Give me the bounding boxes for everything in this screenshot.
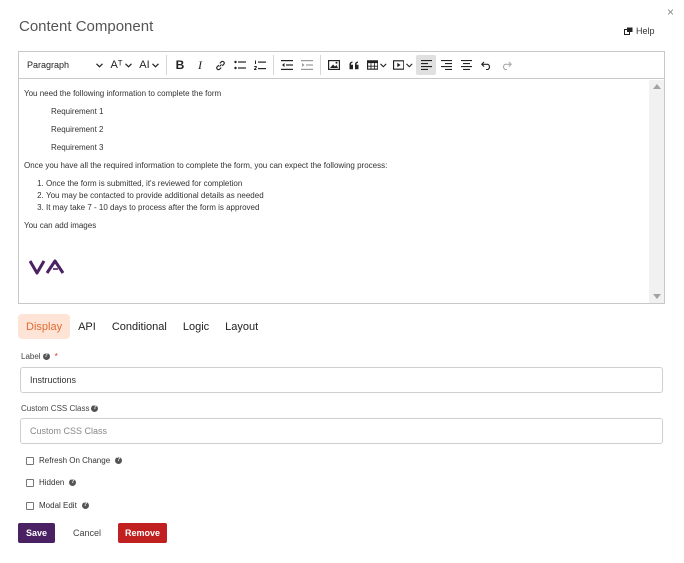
font-case-icon: AI bbox=[139, 59, 150, 71]
numbered-list-icon bbox=[254, 60, 266, 70]
requirement-item: Requirement 2 bbox=[51, 125, 104, 134]
chevron-down-icon bbox=[406, 62, 413, 68]
align-left-button[interactable] bbox=[416, 55, 436, 75]
css-class-field-label: Custom CSS Class ? bbox=[21, 404, 99, 413]
question-circle-icon[interactable]: ? bbox=[115, 457, 123, 464]
outdent-icon bbox=[281, 60, 293, 70]
italic-icon: I bbox=[198, 57, 202, 72]
italic-button[interactable]: I bbox=[190, 55, 210, 75]
scroll-down-arrow-icon[interactable] bbox=[653, 294, 661, 299]
editor-scrollbar[interactable] bbox=[649, 80, 664, 303]
align-center-icon bbox=[460, 60, 472, 70]
editor-content[interactable]: You need the following information to co… bbox=[19, 80, 649, 303]
label-field-label: Label ? * bbox=[21, 352, 58, 361]
question-circle-icon[interactable]: ? bbox=[81, 502, 89, 509]
paragraph-style-label: Paragraph bbox=[27, 60, 70, 70]
image-icon bbox=[328, 60, 340, 70]
label-input[interactable]: Instructions bbox=[20, 367, 663, 393]
requirement-item: Requirement 3 bbox=[51, 143, 104, 152]
undo-icon bbox=[480, 61, 490, 70]
intro-text: You need the following information to co… bbox=[24, 89, 222, 98]
settings-tabs: Display API Conditional Logic Layout bbox=[18, 314, 266, 339]
hidden-label: Hidden bbox=[39, 478, 65, 487]
bulleted-list-button[interactable] bbox=[230, 55, 250, 75]
question-circle-icon[interactable]: ? bbox=[42, 353, 50, 360]
paragraph-style-dropdown[interactable]: Paragraph bbox=[23, 55, 107, 75]
rich-text-editor[interactable]: Paragraph Aᵀ AI B I You need the followi… bbox=[18, 51, 665, 304]
process-step: You may be contacted to provide addition… bbox=[46, 190, 644, 202]
link-icon bbox=[215, 60, 225, 70]
toolbar-divider bbox=[273, 55, 274, 75]
close-icon[interactable]: × bbox=[667, 5, 674, 19]
refresh-on-change-label: Refresh On Change bbox=[39, 456, 111, 465]
insert-table-dropdown[interactable] bbox=[364, 55, 390, 75]
modal-edit-checkbox-row: Modal Edit ? bbox=[26, 501, 89, 510]
bold-icon: B bbox=[175, 58, 185, 72]
tab-logic[interactable]: Logic bbox=[175, 314, 217, 339]
outdent-button[interactable] bbox=[277, 55, 297, 75]
tab-display[interactable]: Display bbox=[18, 314, 71, 339]
modal-edit-label: Modal Edit bbox=[39, 501, 77, 510]
table-icon bbox=[367, 60, 379, 70]
quote-icon bbox=[348, 60, 358, 69]
modal-edit-checkbox[interactable] bbox=[26, 501, 34, 510]
toolbar-divider bbox=[166, 55, 167, 75]
hidden-checkbox-row: Hidden ? bbox=[26, 478, 77, 487]
external-window-icon bbox=[624, 27, 633, 35]
chevron-down-icon bbox=[151, 62, 159, 68]
process-step: Once the form is submitted, it's reviewe… bbox=[46, 178, 644, 190]
toolbar-divider bbox=[320, 55, 321, 75]
cancel-button[interactable]: Cancel bbox=[66, 523, 108, 543]
tab-api[interactable]: API bbox=[70, 314, 104, 339]
scroll-up-arrow-icon[interactable] bbox=[653, 84, 661, 89]
va-logo-image bbox=[28, 258, 644, 280]
required-marker: * bbox=[54, 352, 58, 361]
save-button[interactable]: Save bbox=[18, 523, 55, 543]
bold-button[interactable]: B bbox=[170, 55, 190, 75]
font-case-dropdown[interactable]: AI bbox=[135, 55, 163, 75]
dialog-title: Content Component bbox=[19, 18, 154, 35]
media-icon bbox=[393, 60, 405, 70]
chevron-down-icon bbox=[96, 62, 103, 68]
hidden-checkbox[interactable] bbox=[26, 478, 34, 487]
bulleted-list-icon bbox=[234, 60, 246, 70]
refresh-on-change-checkbox-row: Refresh On Change ? bbox=[26, 456, 123, 465]
process-intro-text: Once you have all the required informati… bbox=[24, 161, 388, 170]
refresh-on-change-checkbox[interactable] bbox=[26, 456, 34, 465]
label-field-text: Label bbox=[21, 352, 41, 361]
chevron-down-icon bbox=[124, 62, 132, 68]
tab-conditional[interactable]: Conditional bbox=[104, 314, 175, 339]
css-class-input[interactable]: Custom CSS Class bbox=[20, 418, 663, 444]
numbered-list-button[interactable] bbox=[250, 55, 270, 75]
remove-button[interactable]: Remove bbox=[118, 523, 167, 543]
font-size-dropdown[interactable]: Aᵀ bbox=[107, 55, 135, 75]
chevron-down-icon bbox=[380, 62, 387, 68]
undo-button[interactable] bbox=[476, 55, 496, 75]
question-circle-icon[interactable]: ? bbox=[91, 405, 99, 412]
help-label: Help bbox=[636, 26, 655, 36]
redo-button[interactable] bbox=[496, 55, 516, 75]
process-step: It may take 7 - 10 days to process after… bbox=[46, 202, 644, 214]
font-size-icon: Aᵀ bbox=[110, 59, 123, 71]
align-left-icon bbox=[420, 60, 432, 70]
images-text: You can add images bbox=[24, 221, 97, 230]
align-right-button[interactable] bbox=[436, 55, 456, 75]
align-right-icon bbox=[440, 60, 452, 70]
blockquote-button[interactable] bbox=[344, 55, 364, 75]
tab-layout[interactable]: Layout bbox=[217, 314, 266, 339]
insert-image-button[interactable] bbox=[324, 55, 344, 75]
link-button[interactable] bbox=[210, 55, 230, 75]
editor-toolbar: Paragraph Aᵀ AI B I bbox=[19, 52, 664, 79]
indent-button[interactable] bbox=[297, 55, 317, 75]
redo-icon bbox=[502, 61, 512, 70]
question-circle-icon[interactable]: ? bbox=[69, 479, 77, 486]
align-center-button[interactable] bbox=[456, 55, 476, 75]
process-steps-list: Once the form is submitted, it's reviewe… bbox=[24, 178, 644, 214]
help-link[interactable]: Help bbox=[624, 26, 655, 36]
insert-media-dropdown[interactable] bbox=[390, 55, 416, 75]
requirement-item: Requirement 1 bbox=[51, 107, 104, 116]
css-class-field-text: Custom CSS Class bbox=[21, 404, 90, 413]
indent-icon bbox=[301, 60, 313, 70]
